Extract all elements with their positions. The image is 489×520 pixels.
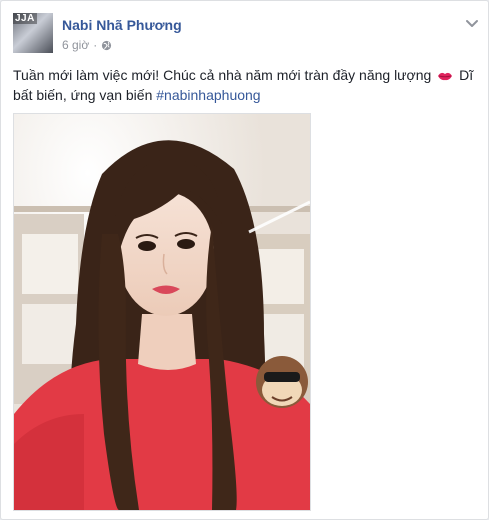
chevron-down-icon[interactable] (464, 15, 480, 31)
globe-icon[interactable] (101, 40, 112, 51)
avatar[interactable]: JJA (13, 13, 53, 53)
timestamp[interactable]: 6 giờ (62, 38, 89, 52)
post-photo[interactable] (13, 113, 311, 511)
post-meta: 6 giờ · (62, 38, 112, 52)
post-card: JJA Nabi Nhã Phương 6 giờ · Tuần mới làm… (0, 0, 489, 520)
avatar-badge: JJA (13, 13, 37, 24)
post-text: Tuần mới làm việc mới! Chúc cả nhà năm m… (13, 65, 475, 105)
author-name[interactable]: Nabi Nhã Phương (62, 17, 182, 33)
hashtag-link[interactable]: #nabinhaphuong (156, 87, 260, 103)
photo-illustration (14, 114, 310, 510)
kiss-lips-emoji (438, 72, 453, 81)
post-text-part1: Tuần mới làm việc mới! Chúc cả nhà năm m… (13, 67, 432, 83)
